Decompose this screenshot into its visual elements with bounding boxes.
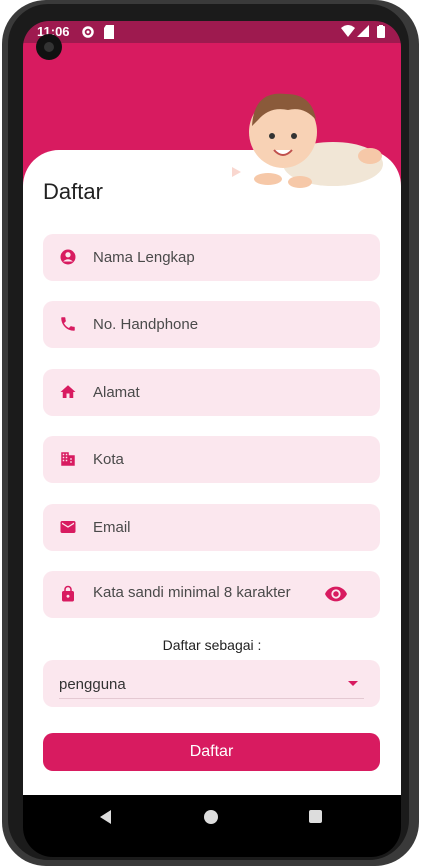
role-dropdown[interactable]: pengguna (43, 660, 380, 707)
email-placeholder: Email (93, 519, 131, 536)
app-screen: 11:06 Daftar Nama Lengkap No. Handphone … (23, 21, 401, 857)
phone-placeholder: No. Handphone (93, 316, 199, 333)
city-placeholder: Kota (93, 451, 124, 468)
home-circle-icon[interactable] (204, 810, 218, 824)
dropdown-arrow-icon (348, 681, 358, 686)
role-selected-value: pengguna (59, 676, 126, 693)
email-icon (60, 521, 76, 533)
full-name-placeholder: Nama Lengkap (93, 249, 195, 266)
baby-illustration (232, 93, 383, 188)
dropdown-underline (59, 698, 364, 699)
city-field[interactable]: Kota (43, 436, 380, 483)
phone-icon (61, 317, 75, 331)
phone-field[interactable]: No. Handphone (43, 301, 380, 348)
address-field[interactable]: Alamat (43, 369, 380, 416)
email-field[interactable]: Email (43, 504, 380, 551)
signal-icon (357, 25, 369, 37)
status-bar: 11:06 (23, 21, 401, 43)
recent-apps-icon[interactable] (309, 810, 322, 823)
person-icon (60, 249, 76, 265)
battery-icon (377, 25, 385, 38)
wifi-icon (341, 25, 355, 37)
password-field[interactable]: Kata sandi minimal 8 karakter (43, 571, 380, 618)
eye-icon[interactable] (325, 586, 347, 602)
home-icon (60, 385, 76, 398)
camera-icon (36, 34, 62, 60)
role-prompt: Daftar sebagai : (162, 637, 262, 653)
password-placeholder: Kata sandi minimal 8 karakter (93, 584, 291, 601)
building-icon (61, 452, 75, 466)
lock-icon (62, 585, 74, 602)
sd-card-icon (104, 25, 114, 39)
address-placeholder: Alamat (93, 384, 140, 401)
full-name-field[interactable]: Nama Lengkap (43, 234, 380, 281)
system-nav-bar (23, 795, 401, 857)
page-title: Daftar (43, 179, 103, 204)
back-icon[interactable] (100, 810, 111, 824)
register-button[interactable]: Daftar (43, 733, 380, 771)
settings-icon (82, 26, 94, 38)
